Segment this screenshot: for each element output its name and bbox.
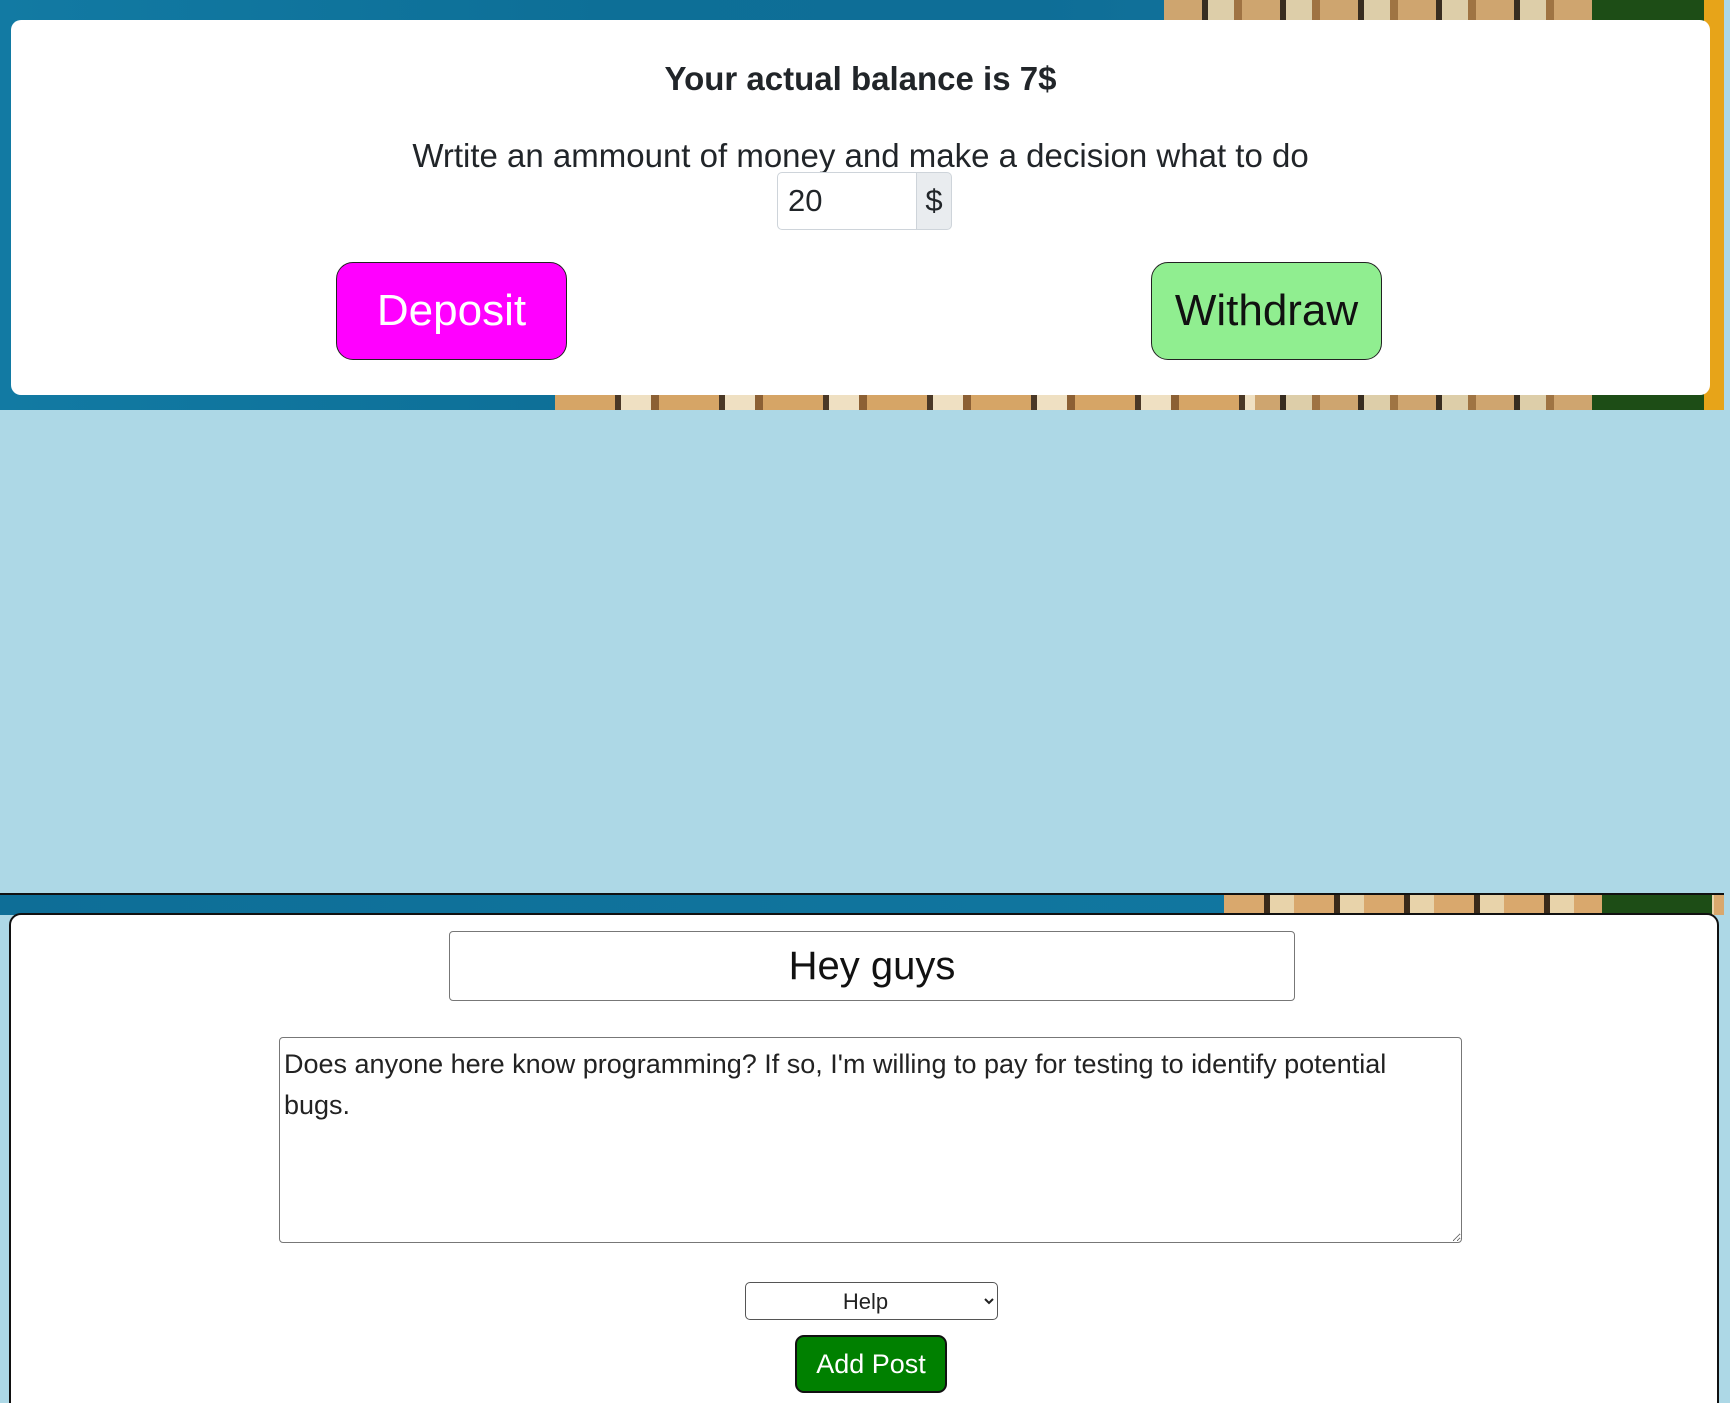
amount-input-group: $ [777, 172, 952, 230]
post-body-textarea[interactable]: Does anyone here know programming? If so… [279, 1037, 1462, 1243]
amount-input[interactable] [777, 172, 917, 230]
add-post-button[interactable]: Add Post [795, 1335, 947, 1393]
deposit-button[interactable]: Deposit [336, 262, 567, 360]
post-form-panel: Does anyone here know programming? If so… [9, 913, 1719, 1403]
post-category-select[interactable]: Help [745, 1282, 998, 1320]
wallet-panel: Your actual balance is 7$ Wrtite an ammo… [11, 20, 1710, 395]
currency-addon: $ [917, 172, 952, 230]
background-decoration [1602, 895, 1712, 915]
post-background [0, 893, 1724, 915]
balance-heading: Your actual balance is 7$ [664, 60, 1057, 97]
withdraw-button[interactable]: Withdraw [1151, 262, 1382, 360]
amount-instruction: Wrtite an ammount of money and make a de… [412, 137, 1309, 174]
post-title-input[interactable] [449, 931, 1295, 1001]
